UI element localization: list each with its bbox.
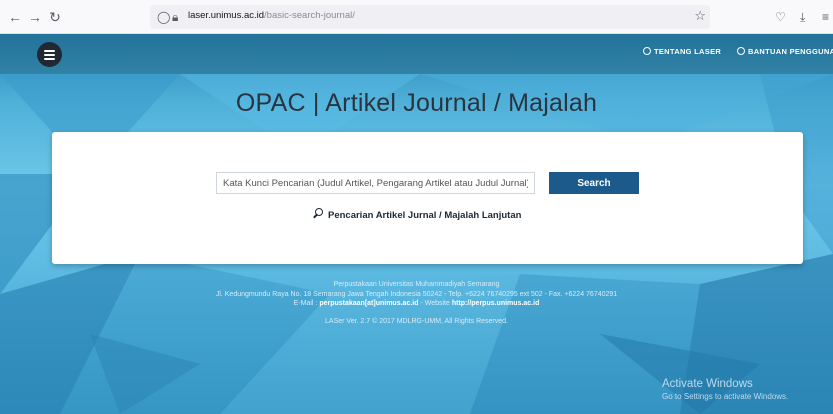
advanced-search-link[interactable]: Pencarian Artikel Jurnal / Majalah Lanju… [312,208,521,221]
activate-windows-watermark: Activate Windows Go to Settings to activ… [662,378,788,401]
pocket-icon[interactable]: ♡ [775,9,786,25]
page-title: OPAC | Artikel Journal / Majalah [235,89,598,117]
url-host: laser.unimus.ac.id [188,10,265,21]
nav-link-tentang-laser[interactable]: TENTANG LASER [643,47,721,56]
footer-contact: E-Mail : perpustakaan[at]unimus.ac.id - … [0,299,833,309]
footer-website-link[interactable]: http://perpus.unimus.ac.id [452,300,540,307]
footer-institution: Perpustakaan Universitas Muhammadiyah Se… [333,281,500,288]
footer-email[interactable]: perpustakaan[at]unimus.ac.id [319,300,418,307]
shield-icon[interactable]: ◯ [157,9,170,25]
reload-icon[interactable]: ↻ [46,8,64,26]
watermark-line-1: Activate Windows [662,378,753,390]
menu-icon-bar [44,54,55,56]
address-bar[interactable]: ◯ 🔒︎ laser.unimus.ac.id/basic-search-jou… [150,5,710,29]
footer-website-prefix: - Website [418,300,452,307]
footer: Perpustakaan Universitas Muhammadiyah Se… [0,280,833,326]
url-path: /basic-search-journal/ [264,10,355,21]
nav-link-label: BANTUAN PENGGUNA [748,47,833,56]
forward-arrow-icon[interactable]: → [26,8,44,26]
page-background: TENTANG LASER BANTUAN PENGGUNA OPAC | Ar… [0,34,833,414]
menu-icon-bar [44,50,55,52]
nav-link-label: TENTANG LASER [654,47,722,56]
browser-toolbar: ← → ↻ ◯ 🔒︎ laser.unimus.ac.id/basic-sear… [0,0,833,34]
back-arrow-icon[interactable]: ← [6,8,24,26]
footer-version: LASer Ver. 2.7 © 2017 MDLRG-UMM, All Rig… [325,317,508,325]
advanced-search-label: Pencarian Artikel Jurnal / Majalah Lanju… [328,210,522,221]
extensions-icon[interactable]: ≡ [822,9,829,25]
footer-email-prefix: E-Mail : [293,300,320,307]
lock-icon[interactable]: 🔒︎ [172,9,178,25]
bookmark-star-icon[interactable]: ☆ [694,8,706,24]
footer-address: Jl. Kedungmundu Raya No. 18 Semarang Jaw… [215,290,618,298]
url-text[interactable]: laser.unimus.ac.id/basic-search-journal/ [188,10,355,21]
menu-icon-bar [44,58,55,60]
help-circle-icon [737,47,745,55]
hamburger-menu-button[interactable] [37,42,62,67]
magnifier-icon [312,208,324,220]
search-card: Search Pencarian Artikel Jurnal / Majala… [52,132,803,264]
download-icon[interactable]: ⤓ [800,9,805,25]
nav-link-bantuan-pengguna[interactable]: BANTUAN PENGGUNA [737,47,833,56]
top-navbar: TENTANG LASER BANTUAN PENGGUNA [0,34,833,74]
search-input[interactable] [216,172,535,194]
watermark-line-2: Go to Settings to activate Windows. [662,392,789,401]
search-button[interactable]: Search [549,172,639,194]
info-circle-icon [643,47,651,55]
